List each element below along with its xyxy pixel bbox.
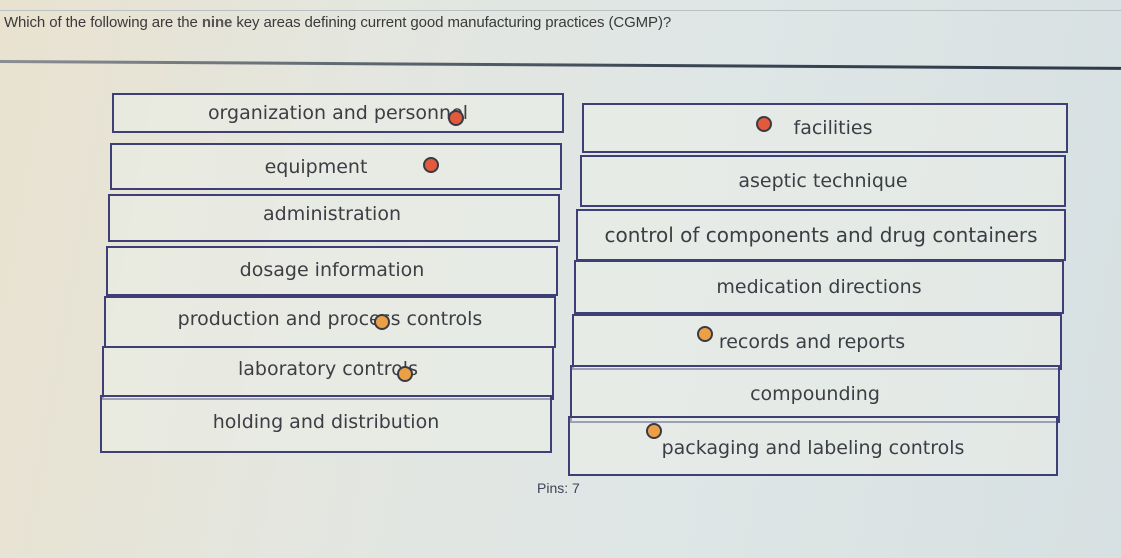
hotspot-area[interactable]: organization and personnel equipment adm… [0,0,1121,558]
option-label: equipment [264,155,368,178]
option-facilities[interactable]: facilities [582,103,1068,153]
option-medication-directions[interactable]: medication directions [574,260,1064,314]
option-label: packaging and labeling controls [661,437,965,459]
option-production-and-process-controls[interactable]: production and process controls [104,296,556,348]
option-laboratory-controls[interactable]: laboratory controls [102,346,554,400]
option-compounding[interactable]: compounding [570,365,1060,423]
pin-marker-production[interactable] [374,314,390,330]
option-equipment[interactable]: equipment [110,143,562,190]
pin-marker-equipment[interactable] [423,157,439,173]
pin-marker-records[interactable] [697,326,713,342]
option-dosage-information[interactable]: dosage information [106,246,558,296]
option-packaging-and-labeling-controls[interactable]: packaging and labeling controls [568,416,1058,476]
option-label: compounding [750,383,880,405]
option-label: control of components and drug container… [604,223,1038,247]
pin-marker-laboratory[interactable] [397,366,413,382]
option-records-and-reports[interactable]: records and reports [572,314,1062,370]
option-organization-and-personnel[interactable]: organization and personnel [112,93,564,133]
option-administration[interactable]: administration [108,194,560,242]
option-control-of-components[interactable]: control of components and drug container… [576,209,1066,261]
option-aseptic-technique[interactable]: aseptic technique [580,155,1066,207]
option-label: laboratory controls [238,358,418,380]
option-label: organization and personnel [207,102,469,124]
pin-marker-facilities[interactable] [756,116,772,132]
option-label: aseptic technique [738,170,908,192]
option-label: administration [262,203,401,225]
pin-marker-organization[interactable] [448,110,464,126]
option-label: holding and distribution [212,411,440,433]
option-label: records and reports [718,331,906,353]
pins-count: Pins: 7 [537,480,580,496]
option-label: production and process controls [177,308,483,330]
option-label: dosage information [239,258,425,281]
pin-marker-packaging[interactable] [646,423,662,439]
option-holding-and-distribution[interactable]: holding and distribution [100,395,552,453]
option-label: medication directions [716,276,922,298]
option-label: facilities [793,117,873,139]
